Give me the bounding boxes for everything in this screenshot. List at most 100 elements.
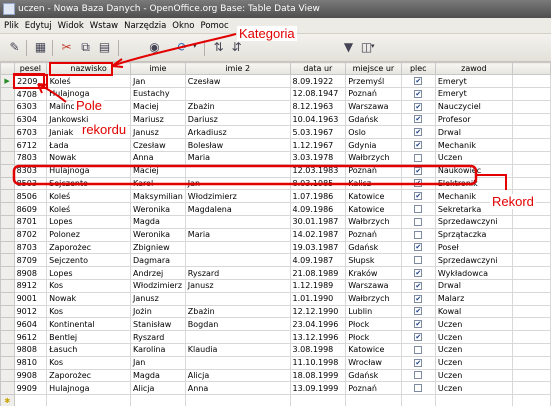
cell-miejsce-ur[interactable]: Gdańsk <box>345 368 402 383</box>
plec-checkbox[interactable]: ✔ <box>414 166 423 175</box>
cell-miejsce-ur[interactable]: Poznań <box>345 87 402 101</box>
cell-empty[interactable] <box>184 394 291 406</box>
edit-data-icon[interactable]: ✎ <box>6 39 23 56</box>
cell-zawod[interactable]: Malarz <box>434 291 514 306</box>
table-row[interactable]: ▶ 2209 Koleś Jan Czesław 8.09.1922 Przemyśl ✔ Em… <box>0 73 551 89</box>
row-header[interactable] <box>0 368 15 383</box>
table-row[interactable]: 9001 Nowak Janusz 1.01.1990 Wałbrzych ✔ Malarz <box>0 291 551 306</box>
cell-zawod[interactable]: Emeryt <box>434 87 514 101</box>
cell-imie-2[interactable] <box>184 253 291 268</box>
cell-nazwisko[interactable]: Hulajnoga <box>46 87 132 101</box>
row-header[interactable] <box>0 330 15 344</box>
cell-zawod[interactable]: Sprzedawczyni <box>434 214 514 229</box>
cell-plec[interactable] <box>400 253 436 268</box>
row-header[interactable] <box>0 278 15 293</box>
cell-miejsce-ur[interactable]: Kraków <box>345 266 402 280</box>
cell-pesel[interactable]: 6304 <box>13 112 48 127</box>
table-row[interactable]: 8609 Koleś Weronika Magdalena 4.09.1986 Katow… <box>0 202 551 216</box>
save-icon[interactable]: ▦ <box>32 39 49 56</box>
cell-imie-2[interactable] <box>184 330 291 344</box>
table-row[interactable]: 8908 Lopes Andrzej Ryszard 21.08.1989 Kraków ✔… <box>0 266 551 280</box>
plec-checkbox[interactable]: ✔ <box>414 192 423 201</box>
cell-miejsce-ur[interactable]: Wałbrzych <box>345 214 402 229</box>
cell-data-ur[interactable]: 19.03.1987 <box>289 240 347 255</box>
cell-pesel[interactable]: 8703 <box>13 240 48 255</box>
cell-pesel[interactable]: 9612 <box>13 330 48 344</box>
plec-checkbox[interactable]: ✔ <box>414 141 423 150</box>
row-header[interactable] <box>0 214 15 229</box>
plec-checkbox[interactable]: ✔ <box>414 243 423 252</box>
cell-plec[interactable]: ✔ <box>400 291 436 306</box>
cell-zawod[interactable]: Nauczyciel <box>434 99 514 114</box>
table-row[interactable]: 9012 Kos Jożin Zbażin 12.12.1990 Lublin ✔ Kowal <box>0 304 551 319</box>
cell-imie-2[interactable]: Anna <box>184 381 291 396</box>
column-header-imie[interactable]: imie <box>130 62 186 75</box>
cell-miejsce-ur[interactable]: Warszawa <box>345 278 402 293</box>
cell-data-ur[interactable]: 1.12.1967 <box>289 138 347 152</box>
cell-data-ur[interactable]: 8.12.1963 <box>289 99 347 114</box>
plec-checkbox[interactable] <box>414 217 423 226</box>
plec-checkbox[interactable]: ✔ <box>414 269 423 278</box>
cell-plec[interactable]: ✔ <box>400 138 436 152</box>
cell-pesel[interactable]: 8908 <box>13 266 48 280</box>
cell-zawod[interactable]: Uczen <box>434 150 514 165</box>
cell-data-ur[interactable]: 14.02.1987 <box>289 227 347 242</box>
cell-miejsce-ur[interactable]: Gdańsk <box>345 240 402 255</box>
cell-zawod[interactable]: Drwal <box>434 125 514 140</box>
cell-data-ur[interactable]: 30.01.1987 <box>289 214 347 229</box>
cell-imie-2[interactable]: Dariusz <box>184 112 291 127</box>
cell-miejsce-ur[interactable]: Wrocław <box>345 355 402 370</box>
sort-ascending-icon[interactable]: ⇅ <box>210 39 227 56</box>
cell-imie[interactable]: Włodzimierz <box>130 278 186 293</box>
plec-checkbox[interactable]: ✔ <box>414 179 423 188</box>
cell-empty[interactable] <box>289 394 347 406</box>
cell-zawod[interactable]: Wykładowca <box>434 266 514 280</box>
cell-plec[interactable] <box>400 368 436 383</box>
cell-data-ur[interactable]: 4.09.1987 <box>289 253 347 268</box>
cell-nazwisko[interactable]: Łasuch <box>46 342 132 357</box>
cell-imie[interactable]: Maciej <box>130 99 186 114</box>
cell-imie-2[interactable]: Zbażin <box>184 304 291 319</box>
column-header-pesel[interactable]: pesel <box>13 62 48 75</box>
table-row[interactable]: 9604 Kontinental Stanisław Bogdan 23.04.1996… <box>0 317 551 332</box>
cell-miejsce-ur[interactable]: Płock <box>345 317 402 332</box>
cell-nazwisko[interactable]: Janiak <box>46 125 132 140</box>
row-header[interactable] <box>0 227 15 242</box>
table-row[interactable]: 8303 Hulajnoga Maciej 12.03.1983 Poznań ✔ Nauk… <box>0 163 551 178</box>
cell-nazwisko[interactable]: Polonez <box>46 227 132 242</box>
table-row[interactable]: 8709 Sejczento Dagmara 4.09.1987 Słupsk Sprze… <box>0 253 551 268</box>
cell-zawod[interactable]: Emeryt <box>434 74 514 88</box>
plec-checkbox[interactable]: ✔ <box>414 281 423 290</box>
column-header-nazwisko[interactable]: nazwisko <box>46 62 132 75</box>
cell-plec[interactable]: ✔ <box>400 317 436 332</box>
cell-plec[interactable]: ✔ <box>400 330 436 344</box>
cell-imie-2[interactable] <box>184 240 291 255</box>
row-header[interactable] <box>0 202 15 216</box>
cell-data-ur[interactable]: 8.03.1985 <box>289 176 347 191</box>
table-row[interactable]: 8912 Kos Włodzimierz Janusz 1.12.1989 Warszaw… <box>0 278 551 293</box>
plec-checkbox[interactable] <box>414 205 423 214</box>
cell-nazwisko[interactable]: Nowak <box>46 291 132 306</box>
cell-data-ur[interactable]: 3.03.1978 <box>289 150 347 165</box>
cell-miejsce-ur[interactable]: Wałbrzych <box>345 291 402 306</box>
table-row[interactable]: 6303 Malinowski Maciej Zbażin 8.12.1963 Warsz… <box>0 99 551 114</box>
cell-pesel[interactable]: 6703 <box>13 125 48 140</box>
row-header[interactable] <box>0 87 15 101</box>
cell-empty[interactable] <box>13 394 48 406</box>
row-header[interactable] <box>0 291 15 306</box>
cell-plec[interactable] <box>400 214 436 229</box>
column-header-miejsce-ur[interactable]: miejsce ur <box>345 62 402 75</box>
cell-miejsce-ur[interactable]: Poznań <box>345 381 402 396</box>
cell-imie[interactable]: Magda <box>130 214 186 229</box>
cell-data-ur[interactable]: 5.03.1967 <box>289 125 347 140</box>
cell-miejsce-ur[interactable]: Lublin <box>345 304 402 319</box>
cell-empty[interactable] <box>512 394 551 406</box>
cell-imie-2[interactable] <box>184 291 291 306</box>
table-row[interactable]: 6304 Jankowski Mariusz Dariusz 10.04.1963 Gda… <box>0 112 551 127</box>
cell-pesel[interactable]: 8709 <box>13 253 48 268</box>
cell-imie-2[interactable]: Czesław <box>184 74 291 88</box>
cell-imie-2[interactable] <box>184 87 291 101</box>
cell-zawod[interactable]: Uczen <box>434 381 514 396</box>
cell-nazwisko[interactable]: Malinowski <box>46 99 132 114</box>
cell-zawod[interactable]: Uczen <box>434 368 514 383</box>
